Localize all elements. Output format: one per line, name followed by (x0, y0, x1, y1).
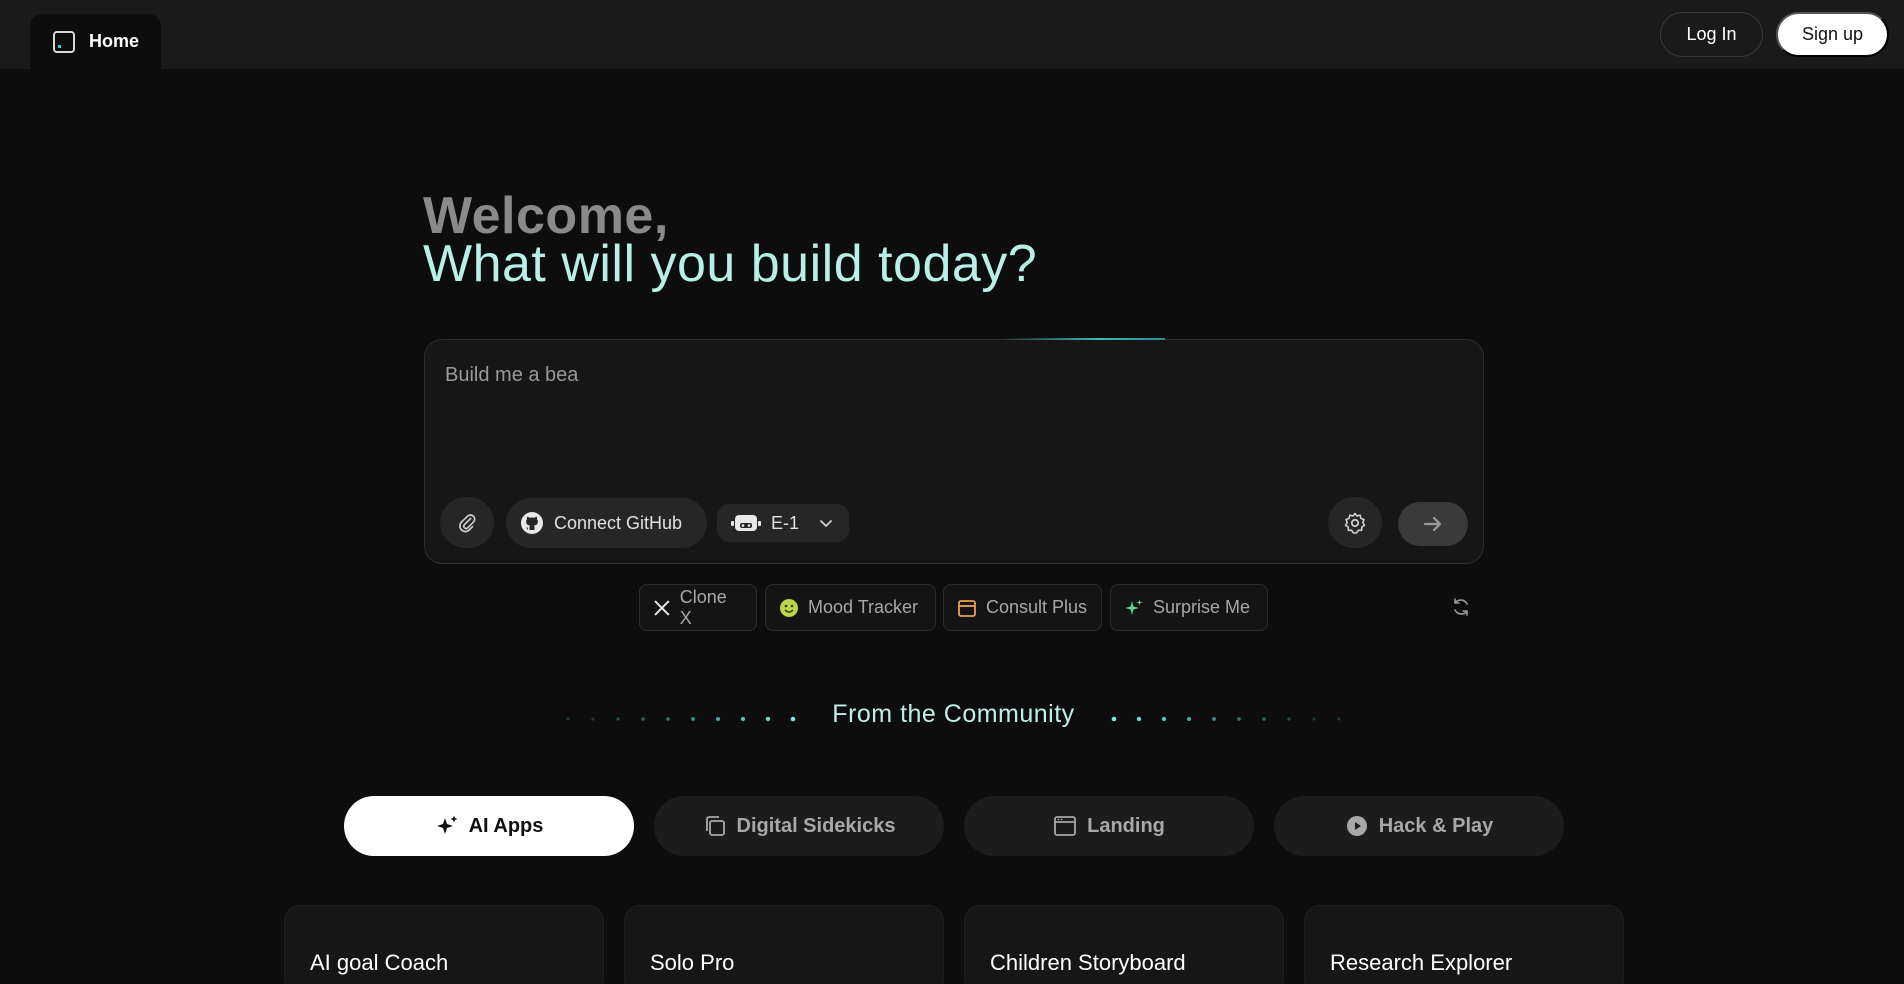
project-card[interactable]: AI goal Coach (284, 905, 604, 984)
project-card-title: Research Explorer (1330, 950, 1513, 975)
project-card-title: Children Storyboard (990, 950, 1186, 975)
sparkle-icon (436, 815, 458, 834)
paperclip-icon (459, 513, 476, 532)
arrow-right-icon (1423, 516, 1442, 532)
suggestion-chip-mood-tracker[interactable]: Mood Tracker (765, 584, 936, 631)
github-icon (521, 512, 543, 534)
suggestion-label: Consult Plus (986, 597, 1088, 617)
suggestion-chip-consult-plus[interactable]: Consult Plus (943, 584, 1102, 631)
tab-label: Digital Sidekicks (736, 814, 896, 837)
tab-digital-sidekicks[interactable]: Digital Sidekicks (654, 796, 944, 856)
robot-icon (731, 515, 761, 531)
prompt-input[interactable] (445, 360, 1455, 390)
project-card-title: Solo Pro (650, 950, 735, 975)
home-tab[interactable]: Home (30, 14, 161, 69)
copy-icon (705, 816, 725, 836)
prompt-glow-accent (1000, 338, 1165, 340)
tab-label: Landing (1087, 814, 1165, 837)
tab-ai-apps[interactable]: AI Apps (344, 796, 634, 856)
project-card[interactable]: Children Storyboard (964, 905, 1284, 984)
home-tab-label: Home (89, 31, 140, 51)
connect-github-label: Connect GitHub (554, 512, 683, 533)
community-divider-left (566, 716, 796, 722)
gear-icon (1344, 512, 1366, 534)
settings-button[interactable] (1328, 497, 1382, 548)
suggestion-label: Mood Tracker (808, 597, 919, 617)
top-bar: Home Log In Sign up (0, 0, 1904, 69)
tab-label: AI Apps (468, 814, 544, 837)
suggestion-chip-clone-x[interactable]: Clone X (639, 584, 757, 631)
agent-select-label: E-1 (771, 512, 800, 533)
signup-button[interactable]: Sign up (1776, 12, 1889, 57)
play-circle-icon (1346, 816, 1367, 836)
browser-window-icon (1054, 816, 1077, 836)
login-button[interactable]: Log In (1660, 12, 1763, 57)
terminal-icon (53, 30, 75, 53)
refresh-suggestions-icon[interactable] (1451, 597, 1471, 617)
tab-hack-and-play[interactable]: Hack & Play (1274, 796, 1564, 856)
build-question-heading: What will you build today? (423, 235, 1038, 293)
project-card-title: AI goal Coach (310, 950, 449, 975)
tab-landing[interactable]: Landing (964, 796, 1254, 856)
suggestion-chip-surprise-me[interactable]: Surprise Me (1110, 584, 1268, 631)
calendar-icon (958, 599, 976, 617)
project-card[interactable]: Solo Pro (624, 905, 944, 984)
send-button[interactable] (1398, 502, 1468, 546)
connect-github-button[interactable]: Connect GitHub (506, 498, 707, 548)
community-divider-right (1111, 716, 1341, 722)
x-logo-icon (654, 599, 670, 616)
tab-label: Hack & Play (1378, 814, 1494, 837)
attach-button[interactable] (440, 497, 494, 548)
suggestion-label: Surprise Me (1153, 597, 1251, 617)
suggestion-label: Clone X (679, 586, 727, 628)
project-card[interactable]: Research Explorer (1304, 905, 1624, 984)
agent-select[interactable]: E-1 (717, 504, 849, 542)
smiley-icon (780, 598, 798, 617)
chevron-down-icon (820, 520, 832, 528)
sparkle-icon (1125, 599, 1143, 615)
community-section-title: From the Community (832, 700, 1075, 728)
